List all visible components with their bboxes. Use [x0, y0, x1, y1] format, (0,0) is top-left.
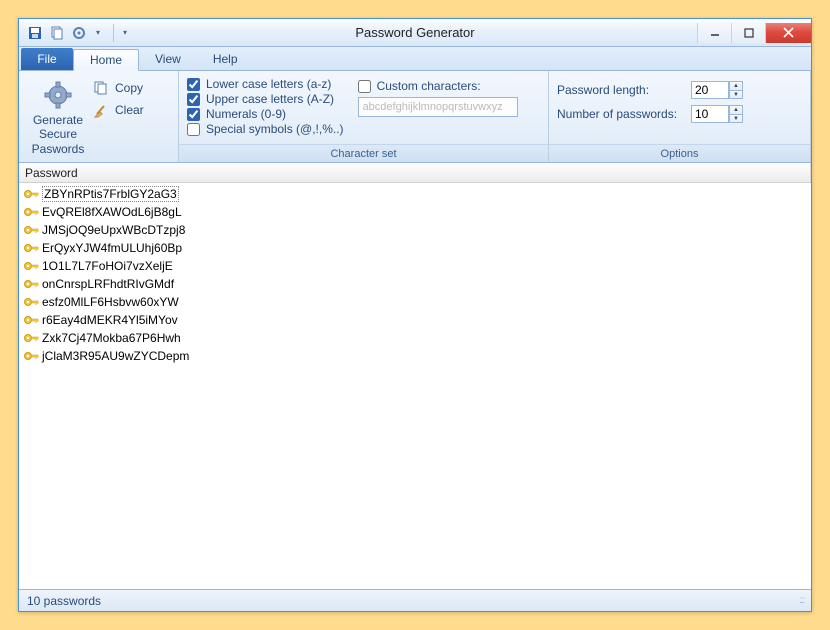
key-icon	[23, 349, 39, 363]
window-controls	[697, 23, 811, 43]
group-options: Password length: ▲▼ Number of passwords:…	[549, 71, 811, 162]
checkbox-lower-input[interactable]	[187, 78, 200, 91]
copy-button-label: Copy	[115, 81, 143, 95]
key-icon	[23, 277, 39, 291]
status-bar: 10 passwords .: .:	[19, 589, 811, 611]
password-text: Zxk7Cj47Mokba67P6Hwh	[42, 331, 181, 345]
checkbox-lower[interactable]: Lower case letters (a-z)	[187, 77, 344, 91]
password-row[interactable]: r6Eay4dMEKR4Yl5iMYov	[23, 311, 807, 329]
qat-customize-icon[interactable]: ▾	[120, 28, 130, 37]
password-row[interactable]: Zxk7Cj47Mokba67P6Hwh	[23, 329, 807, 347]
password-text: ErQyxYJW4fmULUhj60Bp	[42, 241, 182, 255]
checkbox-custom[interactable]: Custom characters:	[358, 79, 518, 93]
window-title: Password Generator	[19, 25, 811, 40]
password-text: EvQREl8fXAWOdL6jB8gL	[42, 205, 182, 219]
close-button[interactable]	[765, 23, 811, 43]
password-row[interactable]: ErQyxYJW4fmULUhj60Bp	[23, 239, 807, 257]
clear-button[interactable]: Clear	[89, 101, 148, 119]
ribbon: Generate Secure Paswords Copy Clear Gene…	[19, 71, 811, 163]
copy-icon[interactable]	[49, 25, 65, 41]
resize-grip-icon[interactable]: .: .:	[799, 595, 803, 606]
password-row[interactable]: jClaM3R95AU9wZYCDepm	[23, 347, 807, 365]
clear-button-label: Clear	[115, 103, 144, 117]
group-charset-label: Character set	[179, 144, 548, 162]
password-row[interactable]: esfz0MlLF6Hsbvw60xYW	[23, 293, 807, 311]
group-charset: Lower case letters (a-z) Upper case lett…	[179, 71, 549, 162]
key-icon	[23, 223, 39, 237]
key-icon	[23, 331, 39, 345]
password-text: jClaM3R95AU9wZYCDepm	[42, 349, 189, 363]
key-icon	[23, 295, 39, 309]
password-row[interactable]: JMSjOQ9eUpxWBcDTzpj8	[23, 221, 807, 239]
minimize-button[interactable]	[697, 23, 731, 43]
length-down[interactable]: ▼	[729, 90, 743, 99]
tab-home[interactable]: Home	[73, 49, 139, 71]
gear-dropdown-icon[interactable]: ▾	[93, 28, 103, 37]
password-text: 1O1L7L7FoHOi7vzXeljE	[42, 259, 173, 273]
generate-button-label: Generate Secure Paswords	[32, 113, 85, 156]
generate-button[interactable]: Generate Secure Paswords	[27, 75, 89, 160]
option-count-label: Number of passwords:	[557, 107, 685, 121]
gear-icon[interactable]	[71, 25, 87, 41]
count-up[interactable]: ▲	[729, 105, 743, 114]
custom-chars-input[interactable]: abcdefghijklmnopqrstuvwxyz	[358, 97, 518, 117]
checkbox-upper-input[interactable]	[187, 93, 200, 106]
tab-help[interactable]: Help	[197, 48, 254, 70]
ribbon-tabs: File Home View Help	[19, 47, 811, 71]
count-input[interactable]	[691, 105, 729, 123]
maximize-button[interactable]	[731, 23, 765, 43]
option-length: Password length: ▲▼	[557, 81, 743, 99]
count-down[interactable]: ▼	[729, 114, 743, 123]
broom-icon	[93, 102, 109, 118]
key-icon	[23, 259, 39, 273]
password-text: onCnrspLRFhdtRIvGMdf	[42, 277, 174, 291]
length-input[interactable]	[691, 81, 729, 99]
password-row[interactable]: 1O1L7L7FoHOi7vzXeljE	[23, 257, 807, 275]
checkbox-numerals-input[interactable]	[187, 108, 200, 121]
tab-file[interactable]: File	[21, 48, 73, 70]
tab-view[interactable]: View	[139, 48, 197, 70]
key-icon	[23, 205, 39, 219]
checkbox-custom-input[interactable]	[358, 80, 371, 93]
column-password[interactable]: Password	[19, 163, 811, 182]
option-length-label: Password length:	[557, 83, 685, 97]
key-icon	[23, 313, 39, 327]
quick-access-toolbar: ▾ ▾	[19, 24, 130, 42]
checkbox-special-input[interactable]	[187, 123, 200, 136]
list-header: Password	[19, 163, 811, 183]
app-window: ▾ ▾ Password Generator File Home View He…	[18, 18, 812, 612]
save-icon[interactable]	[27, 25, 43, 41]
password-list[interactable]: ZBYnRPtis7FrblGY2aG3 EvQREl8fXAWOdL6jB8gL…	[19, 183, 811, 589]
password-text: r6Eay4dMEKR4Yl5iMYov	[42, 313, 178, 327]
gear-large-icon	[42, 79, 74, 111]
group-generate: Generate Secure Paswords Copy Clear Gene…	[19, 71, 179, 162]
key-icon	[23, 241, 39, 255]
password-row[interactable]: EvQREl8fXAWOdL6jB8gL	[23, 203, 807, 221]
checkbox-numerals[interactable]: Numerals (0-9)	[187, 107, 344, 121]
status-text: 10 passwords	[27, 594, 101, 608]
option-count: Number of passwords: ▲▼	[557, 105, 743, 123]
checkbox-special[interactable]: Special symbols (@,!,%..)	[187, 122, 344, 136]
password-text: ZBYnRPtis7FrblGY2aG3	[42, 186, 179, 202]
length-up[interactable]: ▲	[729, 81, 743, 90]
group-options-label: Options	[549, 144, 810, 162]
password-text: JMSjOQ9eUpxWBcDTzpj8	[42, 223, 185, 237]
password-row[interactable]: ZBYnRPtis7FrblGY2aG3	[23, 185, 807, 203]
password-text: esfz0MlLF6Hsbvw60xYW	[42, 295, 179, 309]
password-row[interactable]: onCnrspLRFhdtRIvGMdf	[23, 275, 807, 293]
copy-button[interactable]: Copy	[89, 79, 148, 97]
qat-separator	[113, 24, 114, 42]
key-icon	[23, 187, 39, 201]
titlebar: ▾ ▾ Password Generator	[19, 19, 811, 47]
copy-small-icon	[93, 80, 109, 96]
checkbox-upper[interactable]: Upper case letters (A-Z)	[187, 92, 344, 106]
